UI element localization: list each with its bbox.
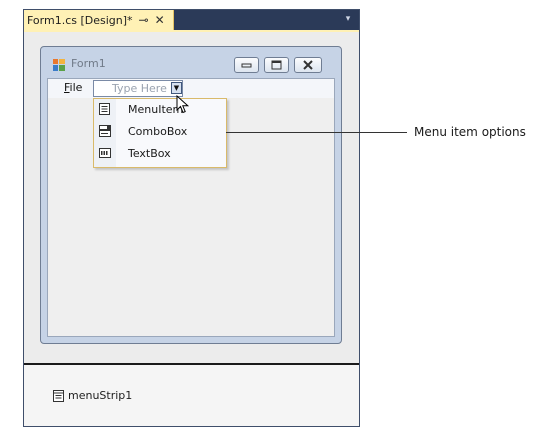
maximize-button[interactable] [264,57,289,73]
tab-list-dropdown-icon[interactable]: ▾ [343,13,353,25]
dropdown-item-label: ComboBox [128,125,188,138]
type-here-placeholder: Type Here [112,82,167,95]
dropdown-item-label: TextBox [128,147,171,160]
form-title: Form1 [71,57,106,70]
dropdown-item-menuitem[interactable]: MenuItem [94,100,226,120]
dropdown-item-label: MenuItem [128,103,184,116]
callout-line [226,132,407,133]
component-tray-item-menustrip1[interactable]: menuStrip1 [68,389,132,402]
close-tab-icon[interactable]: ✕ [155,13,165,27]
menu-file[interactable]: File [64,81,82,94]
textbox-icon [99,148,111,158]
form-icon [53,59,65,71]
close-icon [303,60,313,70]
minimize-icon [241,63,252,68]
maximize-icon [271,60,282,70]
combobox-icon [99,125,111,137]
callout-label: Menu item options [414,125,526,139]
minimize-button[interactable] [234,57,259,73]
mouse-cursor-icon [176,95,190,114]
dropdown-item-combobox[interactable]: ComboBox [94,122,226,142]
tab-title: Form1.cs [Design]* [27,13,133,27]
close-button[interactable] [294,57,322,73]
type-here-dropdown-button[interactable]: ▼ [171,82,182,94]
dropdown-item-textbox[interactable]: TextBox [94,144,226,164]
pin-icon[interactable]: ⊸ [139,13,149,27]
menu-item-icon [99,103,110,115]
menustrip-icon [53,390,64,402]
tab-form1-design[interactable]: Form1.cs [Design]* ⊸ ✕ [24,10,174,30]
file-label-rest: ile [69,81,83,94]
menu-strip[interactable] [48,79,334,98]
